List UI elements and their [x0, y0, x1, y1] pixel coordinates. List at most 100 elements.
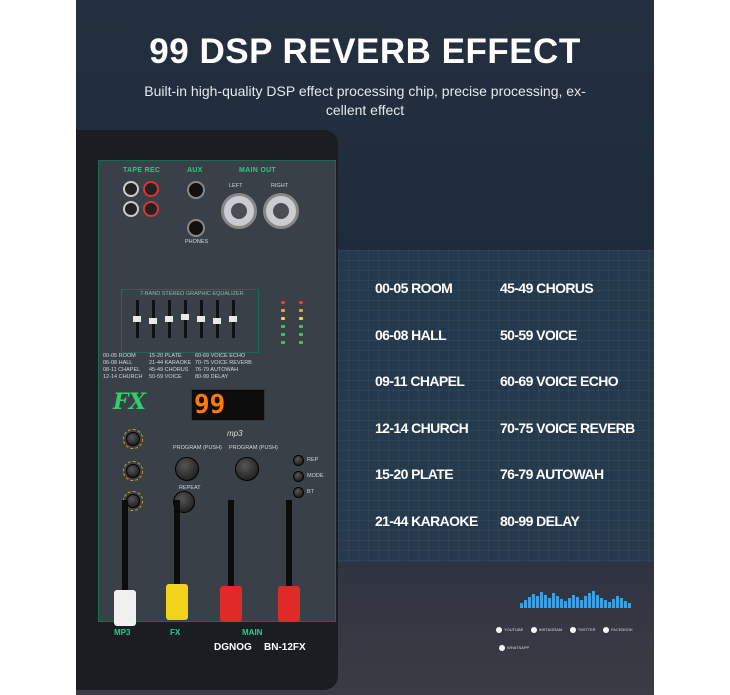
rca-jack: [123, 201, 139, 217]
effect-item: 45-49 CHORUS: [500, 280, 594, 296]
rca-jack: [123, 181, 139, 197]
visualizer-bar: [620, 598, 623, 608]
tape-rec-label: TAPE REC: [123, 167, 161, 174]
visualizer-bar: [564, 601, 567, 608]
effect-item: 09-11 CHAPEL: [375, 373, 465, 389]
visualizer-bar: [560, 599, 563, 608]
eq-title: 7-BAND STEREO GRAPHIC EQUALIZER: [140, 291, 244, 297]
visualizer-bar: [624, 601, 627, 608]
xlr-left-output: [221, 193, 257, 229]
visualizer-bar: [544, 595, 547, 608]
visualizer-bar: [588, 593, 591, 608]
bt-label: BT: [307, 489, 315, 495]
mixer-image: TAPE REC AUX MAIN OUT PHONES LEFT RIGHT …: [76, 130, 338, 690]
visualizer-bar: [520, 603, 523, 608]
twitter-icon: [569, 626, 576, 633]
mp3-program-knob: [235, 457, 259, 481]
visualizer-bar: [528, 597, 531, 608]
effect-item: 00-05 ROOM: [375, 280, 453, 296]
left-label: LEFT: [229, 183, 243, 189]
instagram-link: INSTAGRAM: [530, 626, 562, 633]
fader-cap-yellow: [166, 584, 188, 620]
effect-item: 60-69 VOICE ECHO: [500, 373, 619, 389]
visualizer-bar: [608, 602, 611, 608]
program-label: PROGRAM (PUSH): [173, 445, 222, 451]
facebook-icon: [602, 626, 609, 633]
fx-display-digits: 99: [194, 390, 226, 420]
youtube-link: YOUTUBE: [496, 626, 523, 633]
visualizer-bar: [592, 591, 595, 608]
phones-jack: [187, 219, 205, 237]
fader-label-fx: FX: [170, 628, 181, 637]
visualizer-bar: [576, 597, 579, 608]
fx-level-knob: [126, 494, 140, 508]
facebook-link: FACEBOOK: [602, 626, 633, 633]
model-label: BN-12FX: [264, 642, 306, 653]
visualizer-bar: [532, 594, 535, 608]
fx-logo: FX: [113, 389, 147, 415]
fader-label-main: MAIN: [242, 628, 263, 637]
effect-item: 12-14 CHURCH: [375, 420, 469, 436]
effect-item: 15-20 PLATE: [375, 466, 454, 482]
visualizer-bar: [540, 592, 543, 608]
fx-program-knob: [175, 457, 199, 481]
preset-table: 00-05 ROOM 06-08 HALL 08-11 CHAPEL 12-14…: [103, 353, 252, 380]
visualizer-bar: [628, 603, 631, 608]
visualizer-bar: [612, 599, 615, 608]
youtube-icon: [496, 626, 502, 633]
visualizer-bar: [596, 595, 599, 608]
graphic-equalizer: 7-BAND STEREO GRAPHIC EQUALIZER: [121, 289, 259, 353]
subtitle: Built-in high-quality DSP effect process…: [144, 83, 586, 118]
whatsapp-icon: [499, 644, 505, 651]
xlr-right-output: [263, 193, 299, 229]
main-out-label: MAIN OUT: [239, 167, 277, 174]
audio-visualizer-icon: [520, 588, 640, 608]
fader-cap-white: [114, 590, 136, 626]
instagram-icon: [530, 626, 537, 633]
visualizer-bar: [548, 598, 551, 608]
social-links: YOUTUBE INSTAGRAM TWITTER FACEBOOK WHATS…: [496, 618, 646, 654]
visualizer-bar: [572, 595, 575, 608]
effect-item: 76-79 AUTOWAH: [500, 466, 604, 482]
visualizer-bar: [568, 598, 571, 608]
visualizer-bar: [600, 598, 603, 608]
aux-knob: [126, 432, 140, 446]
visualizer-bar: [552, 593, 555, 608]
visualizer-bar: [584, 596, 587, 608]
rca-jack: [143, 181, 159, 197]
fx-display: 99: [191, 389, 265, 421]
mp3-logo: mp3: [227, 429, 243, 438]
program-label: PROGRAM (PUSH): [229, 445, 278, 451]
visualizer-bar: [524, 600, 527, 608]
effect-item: 21-44 KARAOKE: [375, 513, 478, 529]
rep-label: REP: [307, 457, 319, 463]
product-banner: 99 DSP REVERB EFFECT Built-in high-quali…: [76, 0, 654, 695]
headline: 99 DSP REVERB EFFECT: [149, 32, 581, 71]
mode-button: [293, 471, 304, 482]
mode-label: MODE: [307, 473, 324, 479]
right-label: RIGHT: [271, 183, 289, 189]
visualizer-bar: [556, 596, 559, 608]
phones-label: PHONES: [185, 239, 209, 245]
whatsapp-link: WHATSAPP: [499, 644, 529, 651]
fader-cap-red: [278, 586, 300, 622]
fx-send-knob: [126, 464, 140, 478]
rep-button: [293, 455, 304, 466]
visualizer-bar: [536, 596, 539, 608]
brand-logo: DGNOG: [214, 642, 252, 653]
effect-item: 80-99 DELAY: [500, 513, 580, 529]
visualizer-bar: [616, 596, 619, 608]
effect-item: 70-75 VOICE REVERB: [500, 420, 635, 436]
visualizer-bar: [580, 600, 583, 608]
aux-label: AUX: [187, 167, 203, 174]
fader-label-mp3: MP3: [114, 628, 131, 637]
visualizer-bar: [604, 600, 607, 608]
effect-item: 06-08 HALL: [375, 327, 447, 343]
rca-jack: [143, 201, 159, 217]
aux-jack: [187, 181, 205, 199]
fader-cap-red: [220, 586, 242, 622]
mixer-panel: TAPE REC AUX MAIN OUT PHONES LEFT RIGHT …: [98, 160, 336, 622]
effect-item: 50-59 VOICE: [500, 327, 577, 343]
reverb-effect-list: 00-05 ROOM 06-08 HALL 09-11 CHAPEL 12-14…: [338, 250, 654, 562]
twitter-link: TWITTER: [569, 626, 596, 633]
